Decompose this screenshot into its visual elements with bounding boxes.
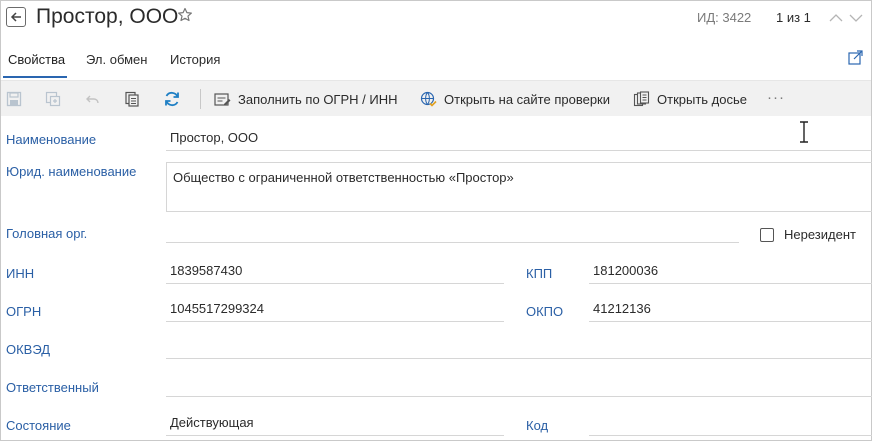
okved-field[interactable] — [166, 335, 872, 359]
pager-text: 1 из 1 — [776, 10, 811, 25]
okpo-field[interactable]: 41212136 — [589, 298, 872, 322]
active-tab-indicator — [3, 76, 67, 78]
open-check-site-button[interactable]: Открыть на сайте проверки — [420, 81, 610, 117]
refresh-icon — [165, 91, 179, 107]
next-record-button[interactable] — [849, 11, 863, 26]
head-org-field[interactable] — [166, 219, 739, 243]
nonresident-checkbox[interactable] — [760, 228, 774, 242]
toolbar: Заполнить по ОГРН / ИНН Открыть на сайте… — [1, 80, 871, 116]
text-cursor-icon — [799, 121, 809, 146]
okpo-label: ОКПО — [526, 304, 564, 319]
more-actions-button[interactable]: ··· — [767, 89, 785, 106]
undo-icon — [86, 95, 99, 104]
copy-button[interactable] — [123, 90, 141, 108]
inn-label: ИНН — [6, 266, 35, 281]
open-dossier-button[interactable]: Открыть досье — [633, 81, 747, 117]
dossier-icon — [633, 90, 650, 106]
back-button[interactable] — [6, 7, 26, 27]
copy-icon — [125, 91, 139, 107]
star-outline-icon — [178, 7, 192, 22]
open-check-site-label: Открыть на сайте проверки — [444, 91, 610, 107]
fill-by-ogrn-label: Заполнить по ОГРН / ИНН — [238, 91, 398, 107]
responsible-label: Ответственный — [6, 380, 99, 395]
external-window-icon — [848, 50, 863, 65]
chevron-up-icon — [829, 14, 843, 22]
form-fill-icon — [214, 92, 231, 106]
legal-name-field[interactable]: Общество с ограниченной ответственностью… — [166, 162, 872, 212]
favorite-button[interactable] — [177, 7, 193, 26]
prev-record-button[interactable] — [829, 11, 843, 26]
save-button[interactable] — [5, 90, 23, 108]
toolbar-separator — [200, 89, 201, 109]
kpp-field[interactable]: 181200036 — [589, 260, 872, 284]
head-org-label: Головная орг. — [6, 226, 88, 241]
responsible-field[interactable] — [166, 373, 872, 397]
tab-properties[interactable]: Свойства — [8, 52, 65, 67]
chevron-down-icon — [849, 14, 863, 22]
undo-button[interactable] — [84, 90, 102, 108]
record-id: ИД: 3422 — [697, 10, 752, 25]
open-in-window-button[interactable] — [848, 50, 863, 68]
name-label: Наименование — [6, 132, 97, 147]
page-title: Простор, ООО — [36, 5, 179, 28]
tab-history[interactable]: История — [170, 52, 220, 67]
nonresident-label: Нерезидент — [784, 227, 856, 242]
open-dossier-label: Открыть досье — [657, 91, 747, 107]
name-field[interactable]: Простор, ООО — [166, 127, 872, 151]
ogrn-field[interactable]: 1045517299324 — [166, 298, 504, 322]
okved-label: ОКВЭД — [6, 342, 51, 357]
legal-name-label: Юрид. наименование — [6, 164, 137, 179]
fill-by-ogrn-button[interactable]: Заполнить по ОГРН / ИНН — [214, 81, 397, 117]
kpp-label: КПП — [526, 266, 553, 281]
arrow-left-icon — [10, 12, 21, 22]
ogrn-label: ОГРН — [6, 304, 42, 319]
state-label: Состояние — [6, 418, 71, 433]
save-copy-icon — [45, 91, 61, 107]
inn-field[interactable]: 1839587430 — [166, 260, 504, 284]
tab-exchange[interactable]: Эл. обмен — [86, 52, 147, 67]
state-field[interactable]: Действующая — [166, 412, 504, 436]
save-copy-button[interactable] — [44, 90, 62, 108]
code-field[interactable] — [589, 412, 872, 436]
globe-check-icon — [420, 91, 437, 107]
refresh-button[interactable] — [163, 90, 181, 108]
save-icon — [6, 91, 22, 107]
code-label: Код — [526, 418, 549, 433]
